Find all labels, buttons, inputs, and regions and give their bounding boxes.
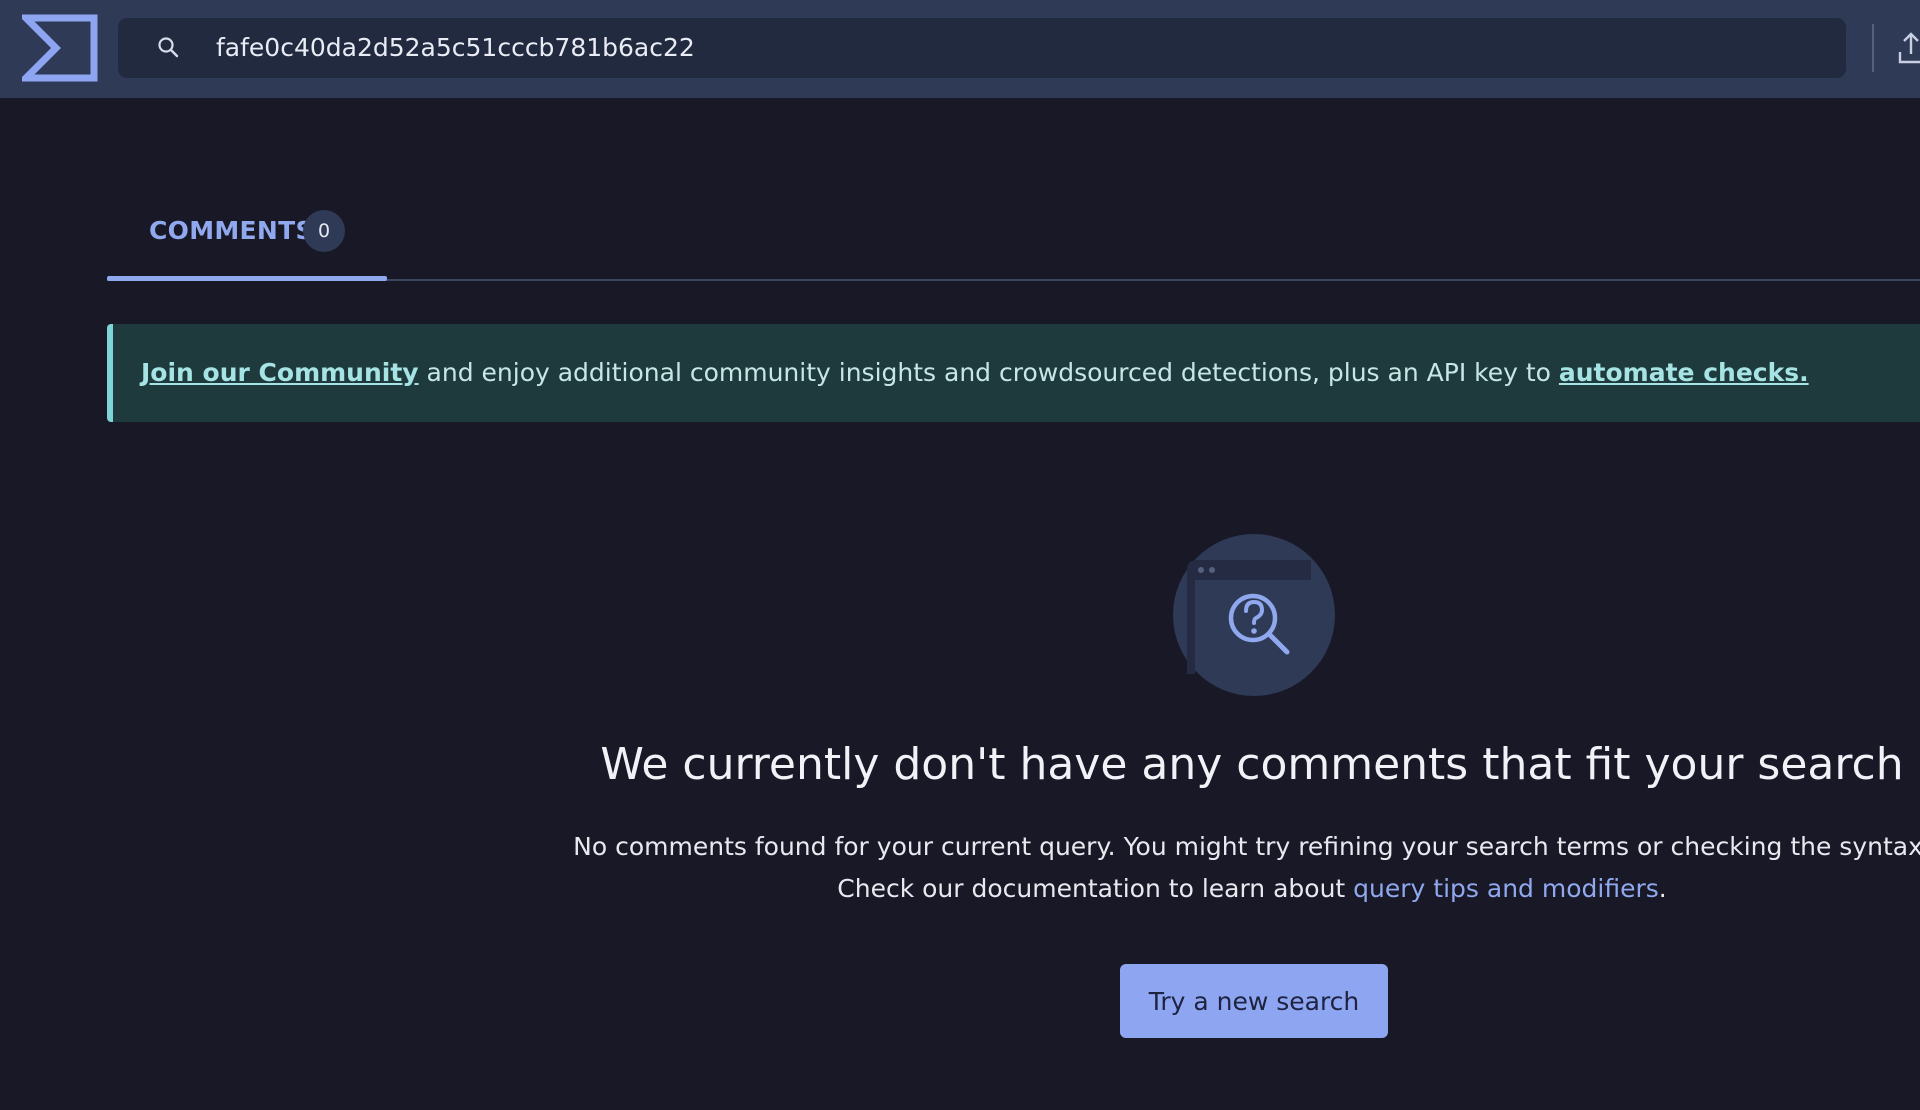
empty-state-description: No comments found for your current query… xyxy=(560,826,1920,910)
comments-count-badge: 0 xyxy=(303,210,345,252)
tab-comments[interactable]: COMMENTS 0 xyxy=(107,196,387,282)
search-question-icon xyxy=(1173,534,1335,696)
banner-text: Join our Community and enjoy additional … xyxy=(141,324,1809,422)
empty-state-title: We currently don't have any comments tha… xyxy=(600,739,1904,790)
automate-checks-link[interactable]: automate checks. xyxy=(1559,358,1809,387)
line2-suffix: . xyxy=(1658,874,1667,903)
active-tab-indicator xyxy=(107,276,387,281)
tabs-bar: COMMENTS 0 xyxy=(107,196,1920,282)
empty-state-line1: No comments found for your current query… xyxy=(573,832,1920,861)
query-tips-link[interactable]: query tips and modifiers xyxy=(1353,874,1659,903)
community-banner: Join our Community and enjoy additional … xyxy=(107,324,1920,422)
upload-icon[interactable] xyxy=(1896,30,1920,66)
search-bar[interactable] xyxy=(118,18,1846,78)
banner-middle-text: and enjoy additional community insights … xyxy=(418,358,1559,387)
sigma-logo-icon[interactable] xyxy=(22,14,98,82)
tab-comments-label: COMMENTS xyxy=(149,216,314,245)
search-input[interactable] xyxy=(216,18,1816,78)
line2-prefix: Check our documentation to learn about xyxy=(837,874,1354,903)
try-new-search-button[interactable]: Try a new search xyxy=(1120,964,1388,1038)
top-bar xyxy=(0,0,1920,98)
join-community-link[interactable]: Join our Community xyxy=(141,358,419,387)
empty-state-line2: Check our documentation to learn about q… xyxy=(560,868,1920,910)
topbar-divider xyxy=(1872,24,1874,72)
search-icon xyxy=(158,37,179,58)
